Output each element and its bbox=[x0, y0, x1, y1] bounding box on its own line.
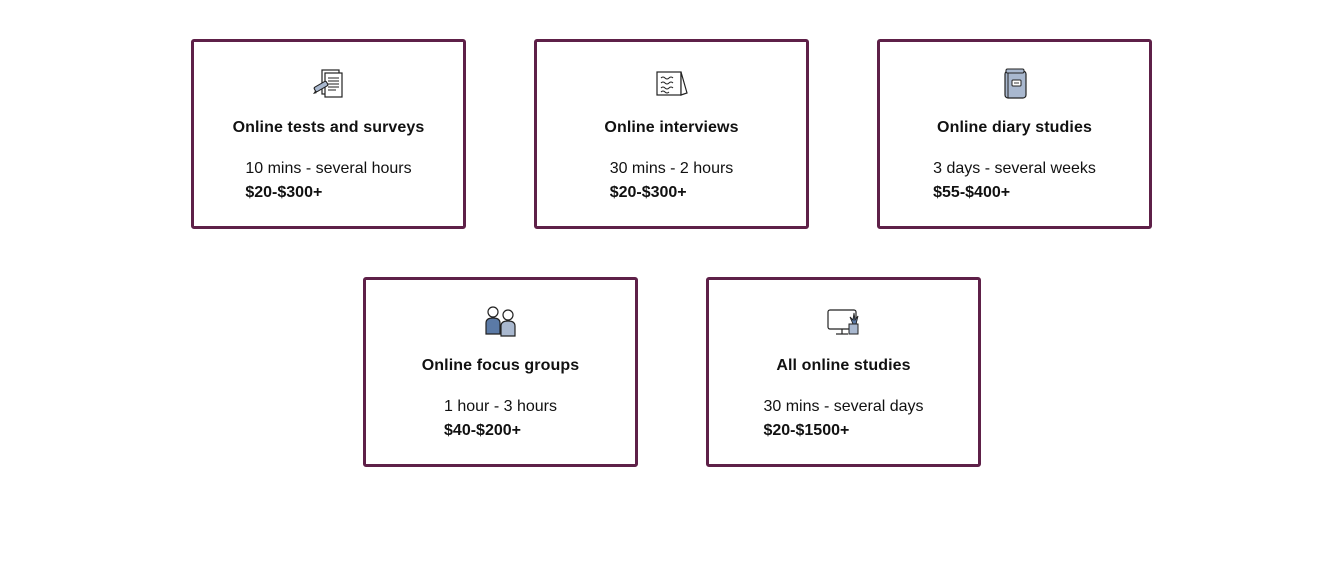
card-online-diary-studies[interactable]: Online diary studies 3 days - several we… bbox=[877, 39, 1152, 229]
card-title: Online focus groups bbox=[421, 357, 580, 374]
card-meta: 10 mins - several hours $20-$300+ bbox=[194, 159, 463, 203]
card-title: All online studies bbox=[776, 357, 911, 374]
computer-monitor-icon bbox=[826, 304, 862, 340]
card-meta: 30 mins - 2 hours $20-$300+ bbox=[537, 159, 806, 203]
card-meta: 1 hour - 3 hours $40-$200+ bbox=[366, 397, 635, 441]
card-duration: 1 hour - 3 hours bbox=[444, 398, 557, 415]
card-online-focus-groups[interactable]: Online focus groups 1 hour - 3 hours $40… bbox=[363, 277, 638, 467]
card-title: Online diary studies bbox=[937, 119, 1092, 136]
card-duration: 30 mins - several days bbox=[763, 398, 924, 415]
card-duration: 30 mins - 2 hours bbox=[609, 160, 734, 177]
card-price: $55-$400+ bbox=[933, 184, 1011, 201]
card-duration: 3 days - several weeks bbox=[933, 160, 1096, 177]
card-title: Online tests and surveys bbox=[232, 119, 425, 136]
card-price: $20-$300+ bbox=[245, 184, 323, 201]
card-price: $20-$300+ bbox=[609, 184, 687, 201]
diary-notebook-icon bbox=[997, 66, 1033, 102]
interview-notepad-icon bbox=[654, 66, 690, 102]
card-meta: 30 mins - several days $20-$1500+ bbox=[709, 397, 978, 441]
card-meta: 3 days - several weeks $55-$400+ bbox=[880, 159, 1149, 203]
card-online-interviews[interactable]: Online interviews 30 mins - 2 hours $20-… bbox=[534, 39, 809, 229]
study-types-grid: Online tests and surveys 10 mins - sever… bbox=[0, 0, 1320, 569]
people-group-icon bbox=[483, 304, 519, 340]
survey-document-icon bbox=[311, 66, 347, 102]
card-title: Online interviews bbox=[604, 119, 739, 136]
card-online-tests-and-surveys[interactable]: Online tests and surveys 10 mins - sever… bbox=[191, 39, 466, 229]
card-price: $40-$200+ bbox=[444, 422, 521, 439]
card-duration: 10 mins - several hours bbox=[245, 160, 412, 177]
card-all-online-studies[interactable]: All online studies 30 mins - several day… bbox=[706, 277, 981, 467]
card-price: $20-$1500+ bbox=[763, 422, 850, 439]
